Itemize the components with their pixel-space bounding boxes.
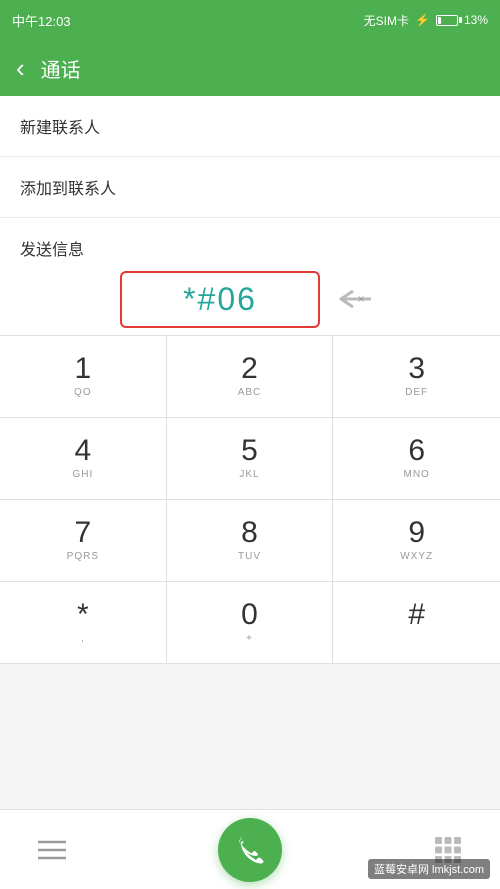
backspace-button[interactable]: × (330, 277, 380, 321)
key-8[interactable]: 8 TUV (167, 500, 334, 582)
page-title: 通话 (41, 54, 81, 83)
key-star[interactable]: * , (0, 582, 167, 664)
bottom-bar (0, 809, 500, 889)
call-button[interactable] (218, 818, 282, 882)
battery-percent: 13% (464, 13, 488, 27)
menu-button[interactable] (30, 828, 74, 872)
time-label: 中午12:03 (12, 11, 71, 30)
key-5[interactable]: 5 JKL (167, 418, 334, 500)
status-time: 中午12:03 (12, 11, 71, 30)
status-bar: 中午12:03 无SIM卡 ⚡ 13% (0, 0, 500, 40)
back-button[interactable]: ‹ (16, 53, 25, 84)
key-2[interactable]: 2 ABC (167, 336, 334, 418)
new-contact-item[interactable]: 新建联系人 (0, 96, 500, 157)
send-message-item[interactable]: 发送信息 (0, 218, 500, 263)
key-7[interactable]: 7 PQRS (0, 500, 167, 582)
phone-icon (234, 834, 266, 866)
key-0[interactable]: 0 + (167, 582, 334, 664)
menu-area: 新建联系人 添加到联系人 发送信息 (0, 96, 500, 263)
hamburger-icon (38, 839, 66, 861)
keypad: 1 QO 2 ABC 3 DEF 4 GHI 5 JKL 6 MNO 7 PQR… (0, 335, 500, 664)
battery-indicator (436, 15, 458, 26)
sim-label: 无SIM卡 (364, 12, 409, 29)
battery-fill (438, 17, 441, 24)
key-4[interactable]: 4 GHI (0, 418, 167, 500)
input-row: *#06 × (0, 263, 500, 335)
key-1[interactable]: 1 QO (0, 336, 167, 418)
dialpad-container: *#06 × 1 QO 2 ABC 3 DEF (0, 263, 500, 664)
add-to-contact-item[interactable]: 添加到联系人 (0, 157, 500, 218)
grid-button[interactable] (426, 828, 470, 872)
key-3[interactable]: 3 DEF (333, 336, 500, 418)
phone-input-display: *#06 (120, 271, 320, 328)
key-9[interactable]: 9 WXYZ (333, 500, 500, 582)
svg-text:×: × (357, 292, 364, 306)
key-6[interactable]: 6 MNO (333, 418, 500, 500)
status-icons: 无SIM卡 ⚡ 13% (364, 12, 488, 29)
grid-icon (435, 837, 461, 863)
key-hash[interactable]: # (333, 582, 500, 664)
charging-icon: ⚡ (415, 13, 430, 27)
backspace-icon: × (331, 283, 379, 315)
header: ‹ 通话 (0, 40, 500, 96)
battery-icon (436, 15, 458, 26)
